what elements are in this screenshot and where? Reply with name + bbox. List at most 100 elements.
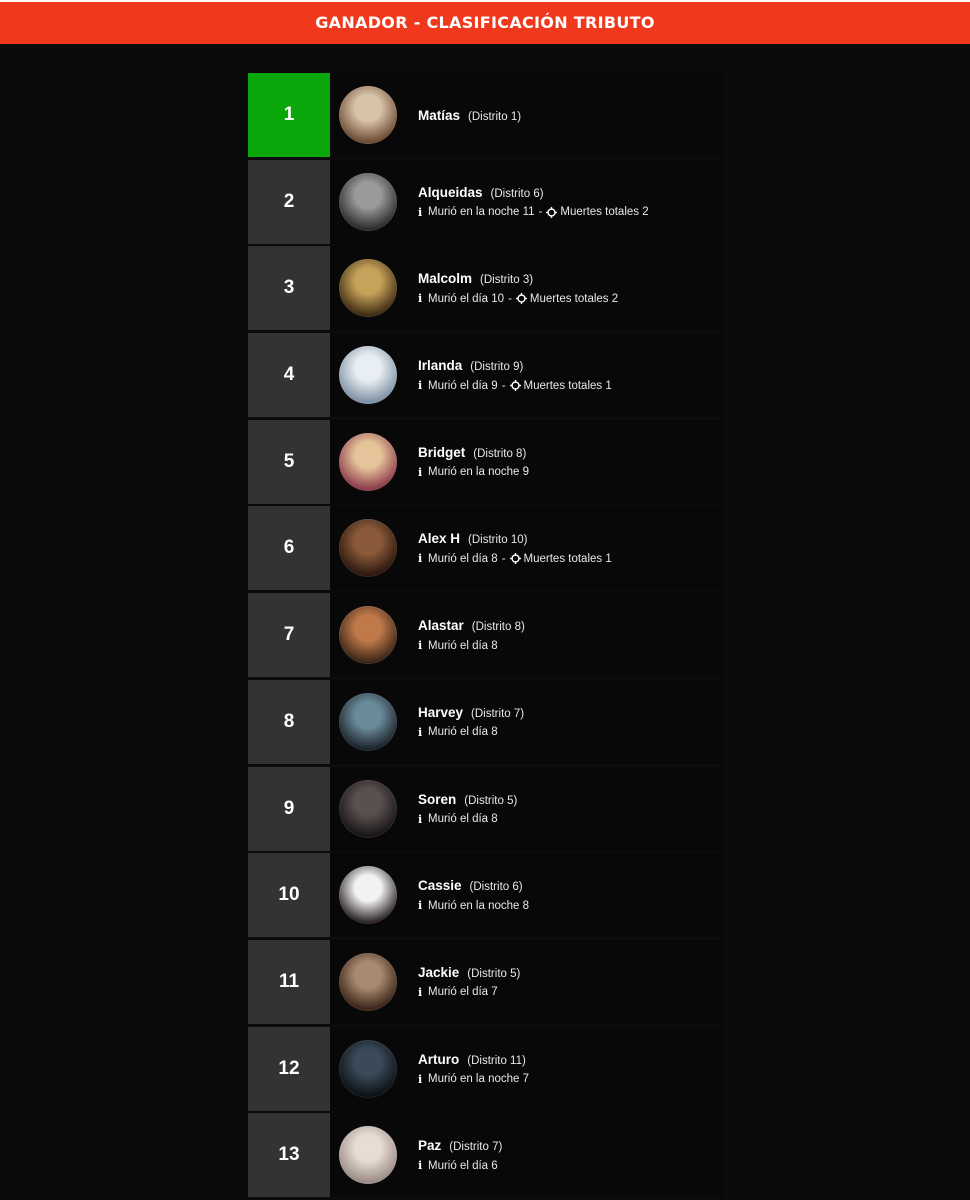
- ranking-list: 1 Matías (Distrito 1) 2 Alqueidas (Distrito 6…: [248, 73, 724, 1200]
- info-icon: i: [418, 1159, 423, 1173]
- crosshair-icon: [509, 380, 521, 392]
- name-line: Soren (Distrito 5): [418, 792, 517, 807]
- tribute-detail: i Murió en la noche 11- Muertes totales 2: [418, 206, 649, 219]
- death-text: Murió el día 8: [428, 552, 498, 565]
- tribute-info: Malcolm (Distrito 3) i Murió el día 10- Muer…: [418, 271, 618, 305]
- tribute-name: Matías: [418, 107, 461, 123]
- tribute-row: 8 Harvey (Distrito 7) i Murió el día 8: [248, 679, 724, 764]
- tribute-name: Arturo: [418, 1051, 460, 1067]
- name-line: Paz (Distrito 7): [418, 1138, 502, 1153]
- tribute-row: 9 Soren (Distrito 5) i Murió el día 8: [248, 766, 724, 851]
- info-icon: i: [418, 812, 423, 826]
- tribute-row: 1 Matías (Distrito 1): [248, 73, 724, 157]
- tribute-row: 6 Alex H (Distrito 10) i Murió el día 8- Muer…: [248, 506, 724, 591]
- rank-badge: 9: [248, 766, 330, 851]
- tribute-row: 13 Paz (Distrito 7) i Murió el día 6: [248, 1113, 724, 1198]
- name-line: Matías (Distrito 1): [418, 108, 521, 123]
- tribute-district: (Distrito 3): [480, 274, 534, 287]
- death-text: Murió el día 8: [428, 639, 498, 652]
- death-text: Murió en la noche 11: [428, 206, 535, 219]
- avatar: [339, 952, 397, 1011]
- name-line: Alex H (Distrito 10): [418, 531, 612, 546]
- rank-badge: 12: [248, 1026, 330, 1111]
- tribute-detail: i Murió el día 7: [418, 986, 520, 999]
- name-line: Irlanda (Distrito 9): [418, 358, 612, 373]
- tribute-district: (Distrito 6): [490, 187, 544, 200]
- avatar: [339, 779, 397, 838]
- tribute-district: (Distrito 8): [473, 447, 527, 460]
- avatar: [339, 1039, 397, 1098]
- tribute-name: Bridget: [418, 444, 466, 460]
- tribute-district: (Distrito 8): [471, 621, 525, 634]
- info-icon: i: [418, 379, 423, 393]
- tribute-detail: i Murió el día 8- Muertes totales 1: [418, 552, 612, 565]
- death-text: Murió el día 8: [428, 726, 498, 739]
- tribute-district: (Distrito 9): [470, 361, 524, 374]
- tribute-detail: i Murió el día 8: [418, 813, 517, 826]
- tribute-row: 2 Alqueidas (Distrito 6) i Murió en la noche…: [248, 159, 724, 244]
- avatar: [339, 866, 397, 925]
- tribute-info: Bridget (Distrito 8) i Murió en la noche 9: [418, 445, 529, 479]
- tribute-info: Alastar (Distrito 8) i Murió el día 8: [418, 618, 525, 652]
- info-icon: i: [418, 639, 423, 653]
- info-icon: i: [418, 1072, 423, 1086]
- tribute-district: (Distrito 7): [449, 1141, 503, 1154]
- death-text: Murió el día 10: [428, 292, 505, 305]
- tribute-name: Jackie: [418, 964, 460, 980]
- death-text: Murió el día 7: [428, 986, 498, 999]
- separator: -: [501, 379, 506, 392]
- tribute-detail: i Murió el día 8: [418, 639, 525, 652]
- tribute-info: Arturo (Distrito 11) i Murió en la noche 7: [418, 1052, 529, 1086]
- rank-badge: 4: [248, 333, 330, 418]
- separator: -: [538, 206, 543, 219]
- info-icon: i: [418, 985, 423, 999]
- tribute-district: (Distrito 5): [464, 794, 518, 807]
- info-icon: i: [418, 725, 423, 739]
- death-text: Murió en la noche 9: [428, 466, 530, 479]
- rank-badge: 10: [248, 853, 330, 938]
- kills-text: Muertes totales 2: [529, 292, 619, 305]
- tribute-info: Paz (Distrito 7) i Murió el día 6: [418, 1138, 502, 1172]
- rank-badge: 3: [248, 246, 330, 331]
- avatar: [339, 86, 397, 144]
- crosshair-icon: [546, 206, 558, 218]
- tribute-info: Harvey (Distrito 7) i Murió el día 8: [418, 705, 524, 739]
- tribute-row: 12 Arturo (Distrito 11) i Murió en la noche …: [248, 1026, 724, 1111]
- death-text: Murió en la noche 8: [428, 899, 530, 912]
- tribute-info: Alqueidas (Distrito 6) i Murió en la noche …: [418, 185, 649, 219]
- name-line: Alastar (Distrito 8): [418, 618, 525, 633]
- tribute-detail: i Murió en la noche 9: [418, 466, 529, 479]
- tribute-district: (Distrito 1): [468, 110, 522, 123]
- tribute-name: Alqueidas: [418, 184, 483, 200]
- avatar: [339, 172, 397, 231]
- name-line: Malcolm (Distrito 3): [418, 271, 618, 286]
- rank-badge: 11: [248, 939, 330, 1024]
- rank-badge: 1: [248, 73, 330, 157]
- tribute-info: Alex H (Distrito 10) i Murió el día 8- Muert…: [418, 531, 612, 565]
- name-line: Bridget (Distrito 8): [418, 445, 529, 460]
- rank-badge: 8: [248, 679, 330, 764]
- tribute-detail: i Murió el día 6: [418, 1159, 502, 1172]
- name-line: Alqueidas (Distrito 6): [418, 185, 649, 200]
- name-line: Arturo (Distrito 11): [418, 1052, 529, 1067]
- kills-text: Muertes totales 1: [523, 379, 612, 392]
- rank-badge: 6: [248, 506, 330, 591]
- avatar: [339, 692, 397, 751]
- avatar: [339, 519, 397, 578]
- tribute-district: (Distrito 6): [469, 881, 523, 894]
- tribute-name: Alex H: [418, 531, 461, 547]
- death-text: Murió en la noche 7: [428, 1073, 530, 1086]
- name-line: Cassie (Distrito 6): [418, 878, 529, 893]
- info-icon: i: [418, 205, 423, 219]
- info-icon: i: [418, 899, 423, 913]
- tribute-row: 5 Bridget (Distrito 8) i Murió en la noche 9: [248, 419, 724, 504]
- tribute-district: (Distrito 10): [468, 534, 528, 547]
- tribute-info: Soren (Distrito 5) i Murió el día 8: [418, 792, 517, 826]
- tribute-name: Harvey: [418, 704, 464, 720]
- separator: -: [501, 552, 506, 565]
- avatar: [339, 346, 397, 405]
- rank-badge: 7: [248, 593, 330, 678]
- info-icon: i: [418, 292, 423, 306]
- tribute-row: 4 Irlanda (Distrito 9) i Murió el día 9- Muer…: [248, 333, 724, 418]
- death-text: Murió el día 8: [428, 813, 498, 825]
